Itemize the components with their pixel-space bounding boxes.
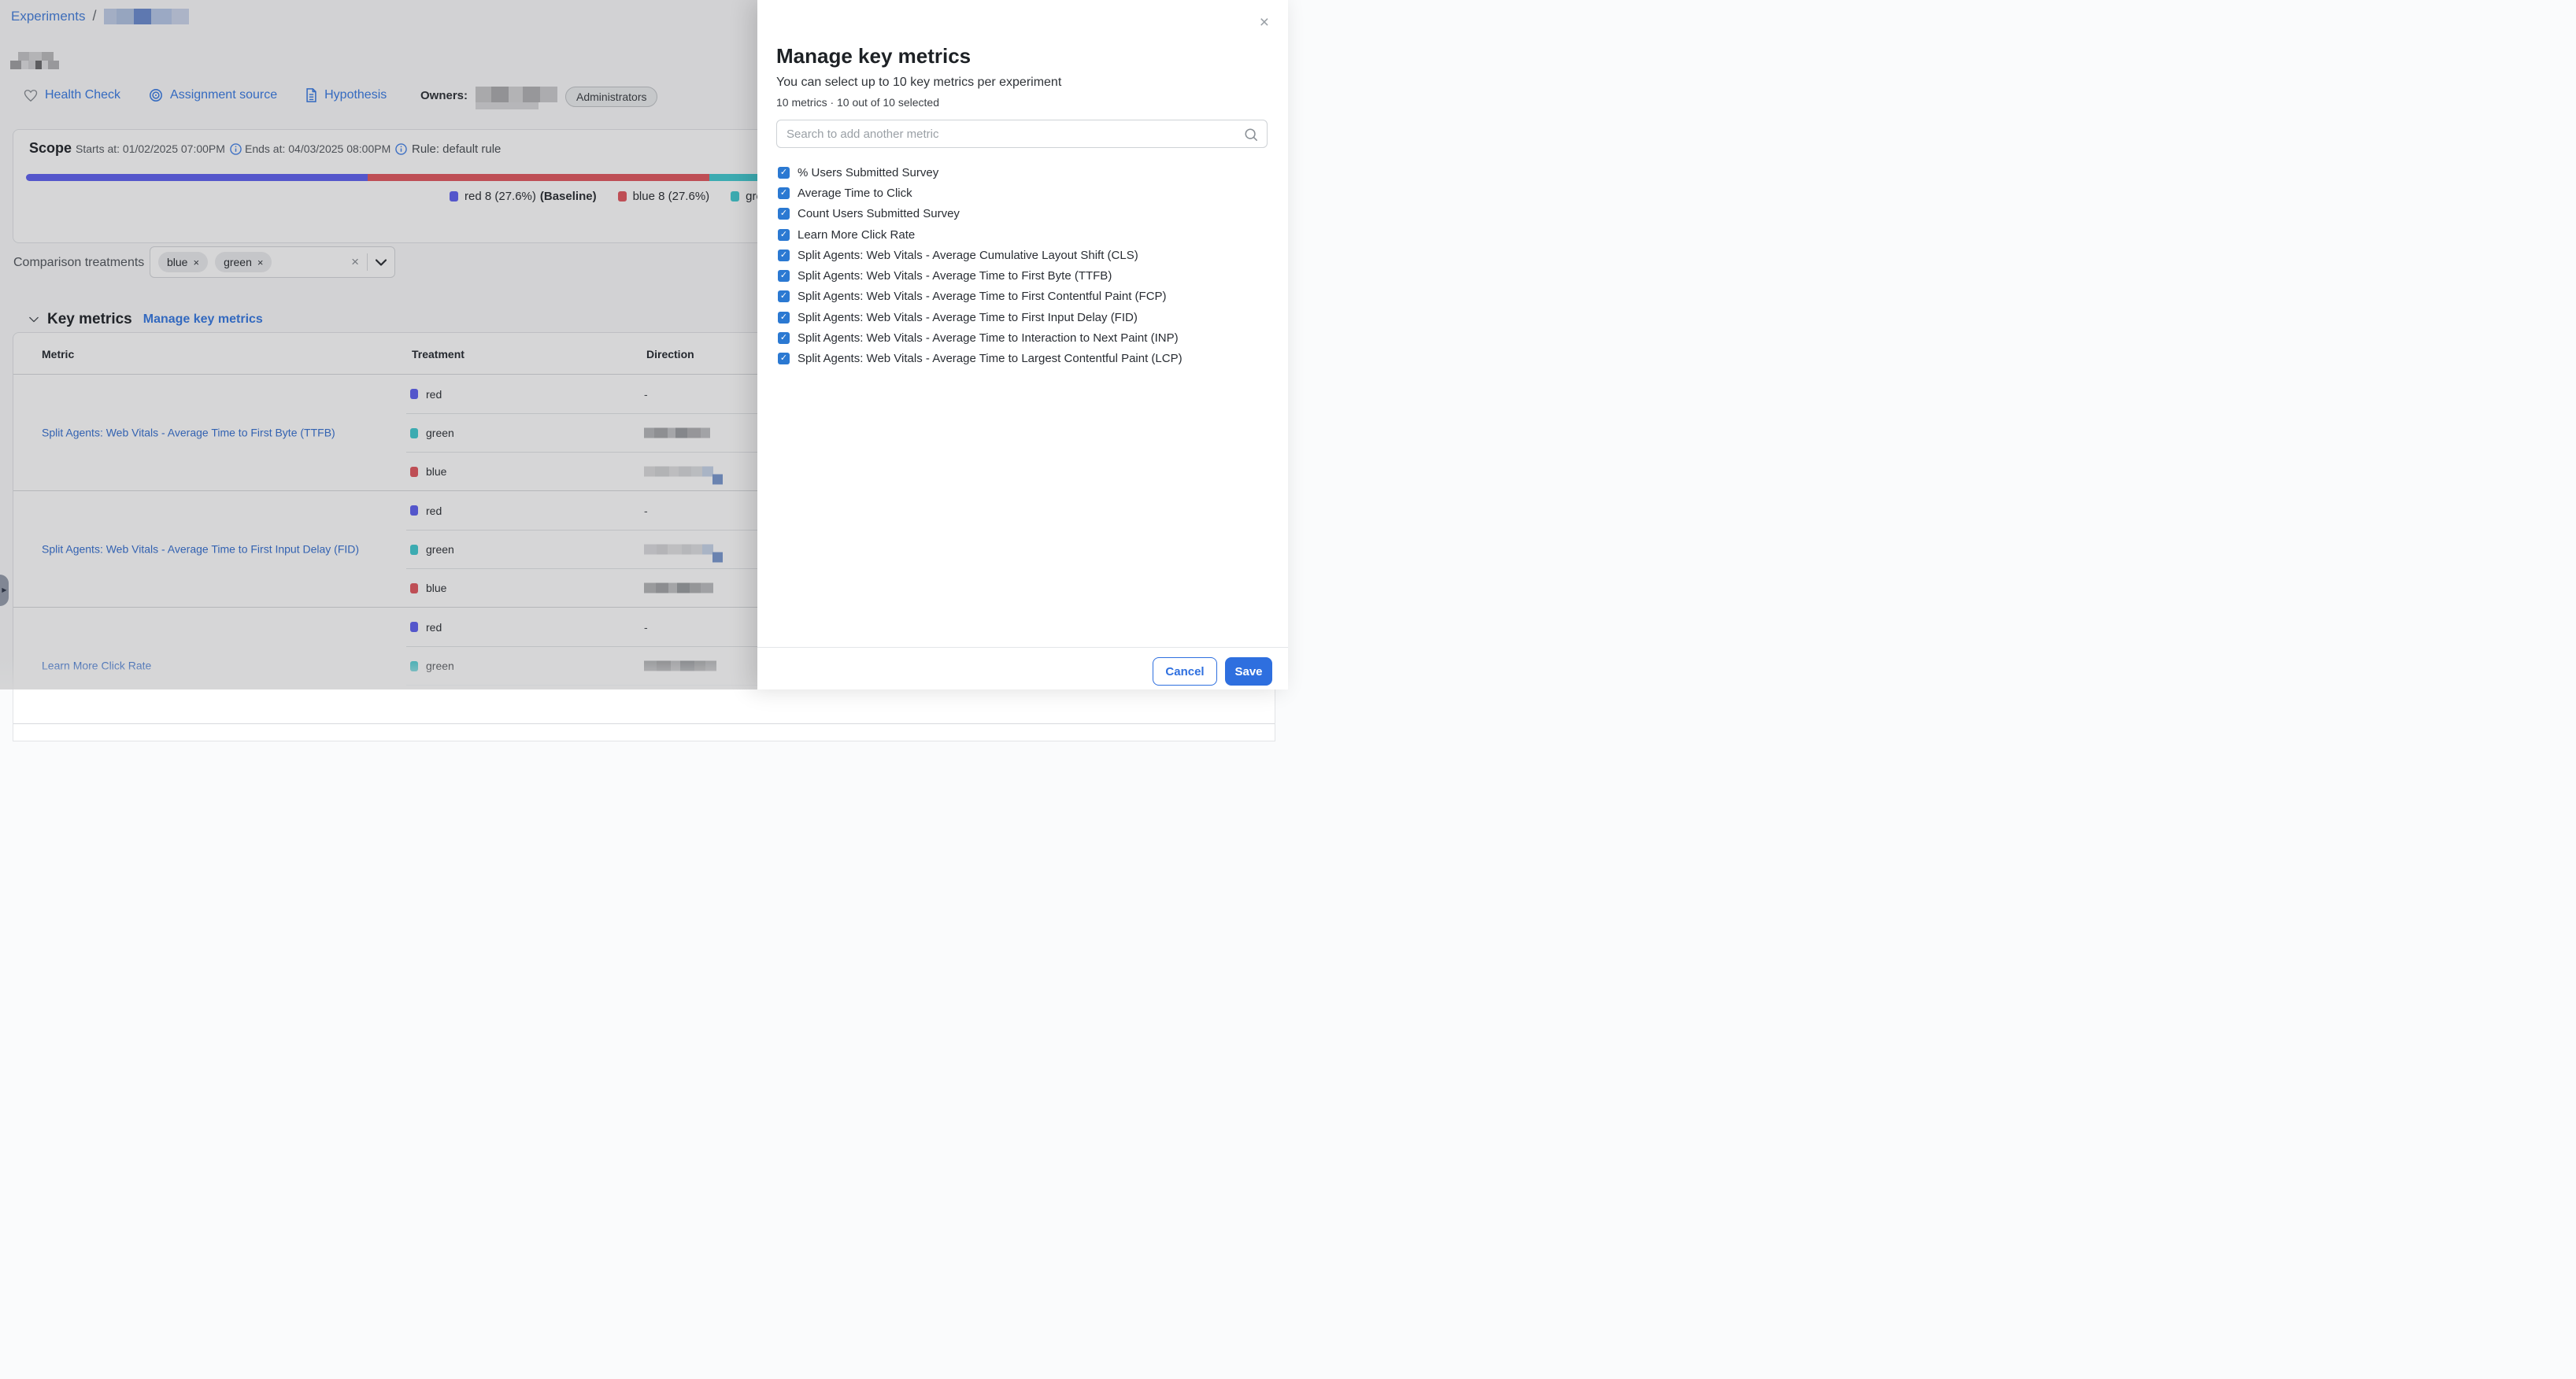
search-input[interactable]: [777, 120, 1267, 147]
checkbox-checked[interactable]: ✓: [778, 167, 790, 179]
checkbox-checked[interactable]: ✓: [778, 250, 790, 261]
metric-option-label: Split Agents: Web Vitals - Average Time …: [798, 311, 1138, 324]
metric-search: [776, 120, 1268, 148]
metric-option-label: Split Agents: Web Vitals - Average Time …: [798, 352, 1183, 365]
metric-option-label: Split Agents: Web Vitals - Average Time …: [798, 269, 1112, 283]
metric-option[interactable]: ✓ Split Agents: Web Vitals - Average Cumu…: [778, 245, 1183, 265]
metric-option[interactable]: ✓ Split Agents: Web Vitals - Average Time…: [778, 349, 1183, 369]
metric-option-label: Split Agents: Web Vitals - Average Time …: [798, 290, 1167, 303]
checkbox-checked[interactable]: ✓: [778, 208, 790, 220]
metric-option-label: Average Time to Click: [798, 187, 912, 200]
metric-option[interactable]: ✓ Split Agents: Web Vitals - Average Time…: [778, 287, 1183, 307]
metric-option[interactable]: ✓ Split Agents: Web Vitals - Average Time…: [778, 307, 1183, 327]
checkbox-checked[interactable]: ✓: [778, 270, 790, 282]
checkbox-checked[interactable]: ✓: [778, 187, 790, 199]
cancel-button[interactable]: Cancel: [1153, 657, 1217, 686]
table-row: [406, 685, 1275, 723]
panel-subtitle: You can select up to 10 key metrics per …: [776, 76, 1061, 90]
metric-option[interactable]: ✓ Split Agents: Web Vitals - Average Time…: [778, 327, 1183, 348]
checkbox-checked[interactable]: ✓: [778, 312, 790, 323]
save-button[interactable]: Save: [1225, 657, 1272, 686]
metric-option[interactable]: ✓ Count Users Submitted Survey: [778, 204, 1183, 224]
checkbox-checked[interactable]: ✓: [778, 290, 790, 302]
metric-option-label: Count Users Submitted Survey: [798, 207, 960, 220]
metric-checkbox-list: ✓ % Users Submitted Survey ✓ Average Time t…: [778, 162, 1183, 369]
checkbox-checked[interactable]: ✓: [778, 353, 790, 364]
metric-option-label: Learn More Click Rate: [798, 228, 915, 242]
panel-footer: Cancel Save: [757, 647, 1288, 690]
metric-option[interactable]: ✓ Average Time to Click: [778, 183, 1183, 203]
manage-key-metrics-panel: × Manage key metrics You can select up t…: [757, 0, 1288, 690]
metric-option-label: Split Agents: Web Vitals - Average Time …: [798, 331, 1179, 345]
metric-option[interactable]: ✓ % Users Submitted Survey: [778, 162, 1183, 183]
close-icon[interactable]: ×: [1260, 14, 1269, 31]
panel-title: Manage key metrics: [776, 44, 971, 68]
checkbox-checked[interactable]: ✓: [778, 332, 790, 344]
metric-option-label: % Users Submitted Survey: [798, 166, 938, 179]
metric-option-label: Split Agents: Web Vitals - Average Cumul…: [798, 249, 1138, 262]
metric-option[interactable]: ✓ Learn More Click Rate: [778, 224, 1183, 245]
metrics-count: 10 metrics · 10 out of 10 selected: [776, 96, 939, 109]
search-icon: [1244, 128, 1258, 142]
checkbox-checked[interactable]: ✓: [778, 229, 790, 241]
metric-option[interactable]: ✓ Split Agents: Web Vitals - Average Time…: [778, 265, 1183, 286]
